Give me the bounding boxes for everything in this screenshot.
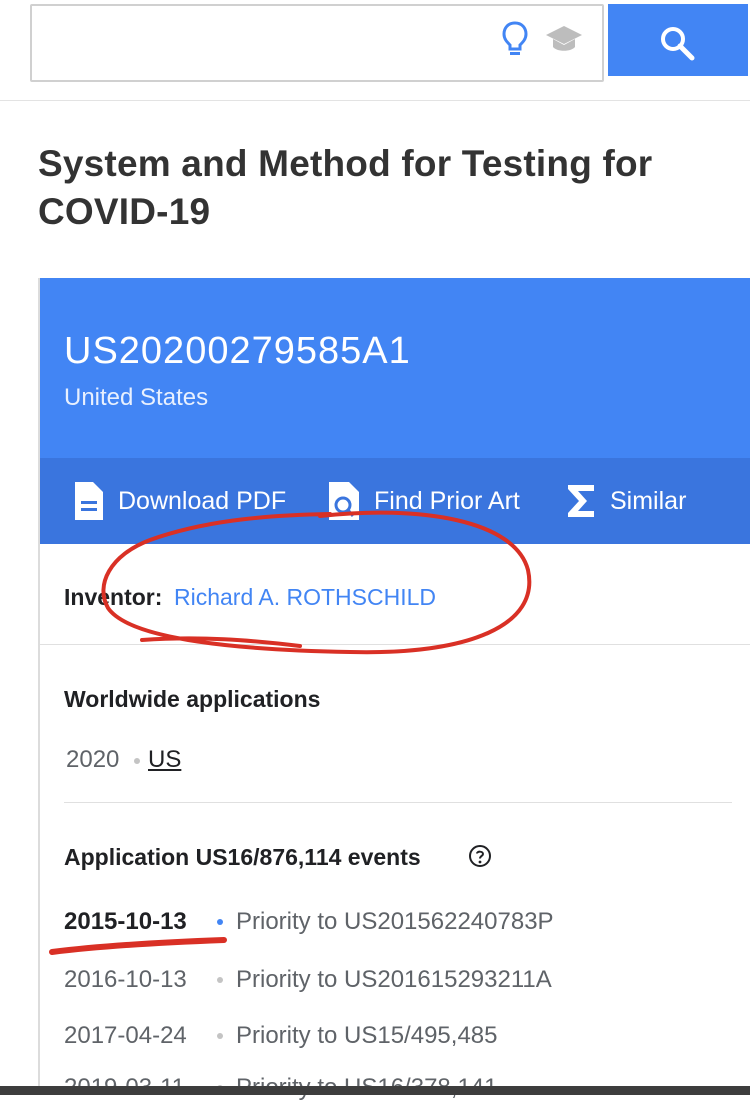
graduation-cap-icon[interactable]	[544, 24, 584, 56]
event-text: Priority to US15/495,485	[236, 1022, 498, 1049]
search-document-icon	[329, 482, 359, 520]
search-button[interactable]	[608, 4, 748, 76]
similar-button[interactable]: Similar	[566, 458, 686, 544]
download-pdf-button[interactable]: Download PDF	[72, 458, 286, 544]
document-icon	[75, 482, 103, 520]
similar-label: Similar	[610, 486, 687, 515]
patent-actions: Download PDF Find Prior Art Similar	[40, 458, 750, 544]
event-dot	[217, 1033, 223, 1039]
search-input[interactable]	[42, 16, 486, 72]
event-text: Priority to US201615293211A	[236, 966, 552, 993]
publication-number: US20200279585A1	[64, 330, 411, 372]
event-dot	[217, 919, 223, 925]
download-pdf-label: Download PDF	[118, 486, 287, 515]
bottom-bar	[0, 1086, 750, 1095]
patent-card: US20200279585A1 United States Download P…	[38, 278, 750, 1101]
divider	[64, 802, 732, 803]
event-dot	[217, 977, 223, 983]
lightbulb-icon[interactable]	[500, 20, 530, 60]
event-date: 2017-04-24	[64, 1022, 187, 1049]
event-text: Priority to US201562240783P	[236, 908, 554, 935]
worldwide-country-link[interactable]: US	[148, 746, 181, 774]
event-date: 2016-10-13	[64, 966, 187, 993]
help-circle-icon[interactable]	[468, 844, 492, 873]
inventor-row: Inventor: Richard A. ROTHSCHILD	[40, 544, 750, 645]
search-icon	[661, 27, 695, 61]
worldwide-applications-title: Worldwide applications	[64, 686, 321, 712]
worldwide-year: 2020	[66, 746, 120, 773]
event-date: 2015-10-13	[64, 908, 187, 935]
application-events-title: Application US16/876,114 events	[64, 844, 421, 870]
sigma-icon	[568, 485, 594, 517]
inventor-link[interactable]: Richard A. ROTHSCHILD	[174, 584, 436, 611]
search-header	[0, 0, 750, 101]
publication-country: United States	[64, 384, 209, 411]
inventor-label: Inventor:	[64, 584, 163, 610]
separator-dot	[134, 758, 140, 764]
patent-header: US20200279585A1 United States	[40, 278, 750, 458]
find-prior-art-button[interactable]: Find Prior Art	[326, 458, 520, 544]
page-title: System and Method for Testing for COVID-…	[38, 143, 653, 232]
search-box[interactable]	[30, 4, 604, 82]
find-prior-art-label: Find Prior Art	[374, 486, 520, 515]
